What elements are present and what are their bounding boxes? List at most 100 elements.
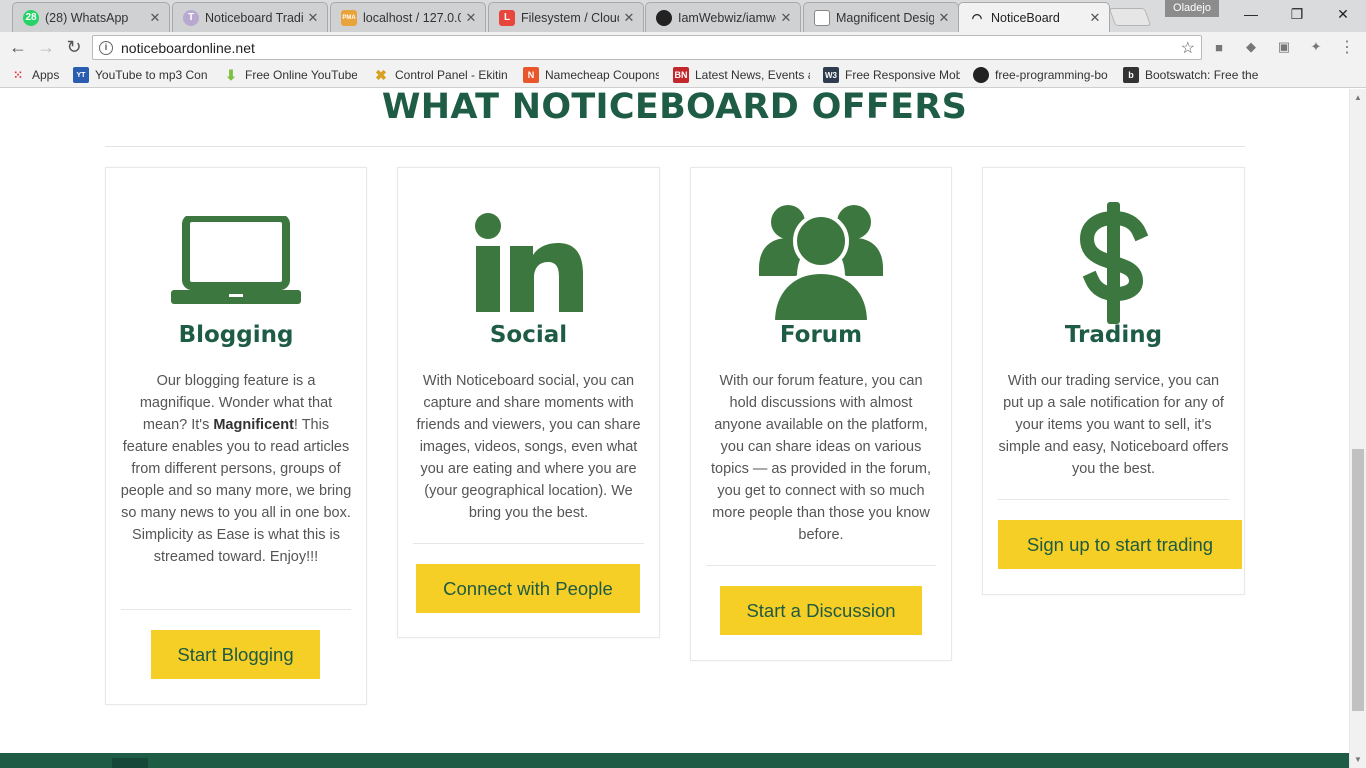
document-favicon-icon	[814, 9, 830, 26]
tab-title: NoticeBoard	[991, 10, 1060, 25]
feature-description: Our blogging feature is a magnifique. Wo…	[120, 370, 352, 568]
bookmark-control-panel[interactable]: ✖ Control Panel - Ekitin	[373, 66, 510, 84]
description-emphasis: Magnificent	[213, 417, 294, 433]
tab-title: localhost / 127.0.0	[363, 10, 461, 25]
bootswatch-icon: b	[1123, 67, 1139, 83]
bookmark-label: Bootswatch: Free then	[1145, 68, 1259, 82]
bookmark-label: Latest News, Events a	[695, 68, 810, 82]
reload-icon[interactable]: ↻	[62, 35, 86, 59]
bookmark-free-online-youtube[interactable]: ⬇ Free Online YouTube	[223, 66, 357, 84]
feature-card-trading: Trading With our trading service, you ca…	[982, 167, 1245, 595]
scroll-down-arrow-icon[interactable]: ▼	[1354, 755, 1362, 764]
bn-icon: BN	[673, 67, 689, 83]
close-tab-icon[interactable]: ✕	[938, 10, 950, 26]
extension-dropbox-icon[interactable]: ✦	[1307, 39, 1325, 55]
extension-pdf-icon[interactable]: ▣	[1275, 39, 1293, 55]
connect-with-people-button[interactable]: Connect with People	[416, 564, 640, 613]
start-blogging-button[interactable]: Start Blogging	[151, 630, 320, 679]
footer-band	[0, 753, 1349, 768]
laravel-favicon-icon: L	[499, 9, 515, 26]
card-divider	[413, 543, 644, 544]
scroll-up-arrow-icon[interactable]: ▲	[1354, 93, 1362, 102]
tab-github-iamwebwiz[interactable]: IamWebwiz/iamwe ✕	[645, 2, 801, 32]
github-icon	[973, 67, 989, 83]
tab-whatsapp[interactable]: 28 (28) WhatsApp ✕	[12, 2, 170, 32]
back-icon[interactable]: ←	[6, 35, 30, 59]
users-group-icon	[691, 202, 951, 324]
dollar-sign-icon	[983, 202, 1244, 324]
url-text: noticeboardonline.net	[121, 39, 255, 56]
divider	[105, 146, 1245, 147]
feature-title: Forum	[779, 322, 863, 348]
yt-mp3-icon: YT	[73, 67, 89, 83]
tab-phpmyadmin[interactable]: PMA localhost / 127.0.0 ✕	[330, 2, 486, 32]
feature-description: With our trading service, you can put up…	[998, 373, 1229, 477]
bookmark-label: YouTube to mp3 Con	[95, 68, 208, 82]
bookmark-apps[interactable]: ⁙ Apps	[10, 66, 70, 84]
restore-icon[interactable]: ❐	[1274, 0, 1320, 28]
tab-strip: 28 (28) WhatsApp ✕ T Noticeboard Tradi ✕…	[0, 0, 1366, 32]
close-tab-icon[interactable]: ✕	[149, 10, 161, 26]
whatsapp-favicon-icon: 28	[23, 9, 39, 26]
bookmark-star-icon[interactable]: ☆	[1181, 38, 1195, 58]
tab-title: IamWebwiz/iamwe	[678, 10, 776, 25]
site-info-icon[interactable]: i	[99, 40, 113, 55]
sign-up-trading-button[interactable]: Sign up to start trading	[998, 520, 1242, 569]
bookmark-youtube-mp3[interactable]: YT YouTube to mp3 Con	[73, 66, 209, 84]
bookmark-bootswatch[interactable]: b Bootswatch: Free then	[1123, 66, 1259, 84]
joomla-icon: ✖	[375, 66, 387, 83]
chrome-menu-icon[interactable]: ⋮	[1338, 39, 1356, 56]
tab-magnificent-design[interactable]: Magnificent Desig ✕	[803, 2, 959, 32]
phpmyadmin-favicon-icon: PMA	[341, 9, 357, 26]
close-tab-icon[interactable]: ✕	[1089, 10, 1101, 26]
bookmark-label: Apps	[32, 68, 60, 82]
page-viewport: WHAT NOTICEBOARD OFFERS Blogging Our blo…	[0, 89, 1349, 768]
tab-title: Noticeboard Tradi	[205, 10, 303, 25]
extension-box-icon[interactable]: ◆	[1242, 39, 1260, 55]
bookmark-label: Free Online YouTube	[245, 68, 357, 82]
noticeboard-wing-favicon-icon: ◠	[971, 10, 983, 25]
new-tab-button[interactable]	[1108, 8, 1152, 26]
bookmark-label: Namecheap Coupons	[545, 68, 659, 82]
close-window-icon[interactable]: ✕	[1320, 0, 1366, 28]
w3-icon: W3	[823, 67, 839, 83]
bookmark-label: Control Panel - Ekitin	[395, 68, 508, 82]
bookmark-namecheap[interactable]: N Namecheap Coupons	[523, 66, 659, 84]
bookmark-free-programming[interactable]: free-programming-bo	[973, 66, 1110, 84]
extension-cube-icon[interactable]: ■	[1210, 39, 1228, 55]
footer-tab	[112, 758, 148, 768]
tab-title: Filesystem / Cloud	[521, 10, 619, 25]
start-discussion-button[interactable]: Start a Discussion	[720, 586, 922, 635]
card-divider	[121, 609, 351, 610]
noticeboard-favicon-icon: T	[183, 9, 199, 26]
scroll-thumb[interactable]	[1352, 449, 1364, 711]
namecheap-icon: N	[523, 67, 539, 83]
close-tab-icon[interactable]: ✕	[465, 10, 477, 26]
bookmark-label: Free Responsive Mob	[845, 68, 960, 82]
minimize-icon[interactable]: —	[1228, 0, 1274, 28]
close-tab-icon[interactable]: ✕	[623, 10, 635, 26]
tab-noticeboard-active[interactable]: ◠ NoticeBoard ✕	[958, 2, 1110, 32]
page-scrollbar[interactable]: ▲ ▼	[1349, 89, 1366, 768]
feature-title: Blogging	[178, 322, 294, 348]
bookmark-label: free-programming-bo	[995, 68, 1108, 82]
card-divider	[706, 565, 936, 566]
forward-icon[interactable]: →	[34, 35, 58, 59]
close-tab-icon[interactable]: ✕	[307, 10, 319, 26]
tab-filesystem[interactable]: L Filesystem / Cloud ✕	[488, 2, 644, 32]
address-bar[interactable]: i noticeboardonline.net ☆	[92, 35, 1202, 60]
download-arrow-icon: ⬇	[225, 66, 237, 83]
tab-noticeboard-trading[interactable]: T Noticeboard Tradi ✕	[172, 2, 328, 32]
profile-badge[interactable]: Oladejo	[1165, 0, 1219, 17]
github-favicon-icon	[656, 9, 672, 26]
bookmark-free-responsive[interactable]: W3 Free Responsive Mob	[823, 66, 960, 84]
section-title: WHAT NOTICEBOARD OFFERS	[381, 89, 968, 127]
bookmark-latest-news[interactable]: BN Latest News, Events a	[673, 66, 810, 84]
close-tab-icon[interactable]: ✕	[780, 10, 792, 26]
feature-card-social: Social With Noticeboard social, you can …	[397, 167, 660, 638]
tab-title: (28) WhatsApp	[45, 10, 129, 25]
browser-toolbar: ← → ↻ i noticeboardonline.net ☆ ■ ◆ ▣ ✦ …	[0, 32, 1366, 62]
feature-title: Trading	[1064, 322, 1163, 348]
feature-description: With our forum feature, you can hold dis…	[710, 373, 932, 543]
description-text: ! This feature enables you to read artic…	[120, 417, 352, 565]
